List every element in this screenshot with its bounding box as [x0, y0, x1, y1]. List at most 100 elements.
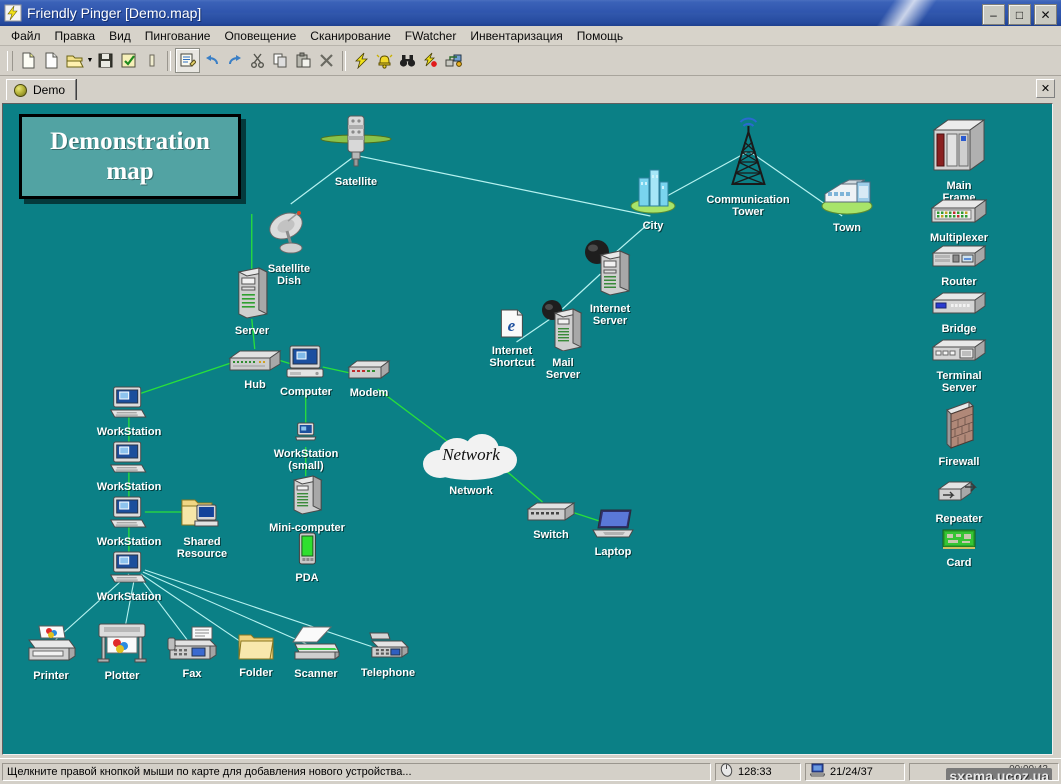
pda-icon	[296, 532, 318, 571]
firewall-icon	[937, 400, 981, 455]
node-network-cloud[interactable]: Network Network	[419, 432, 523, 497]
open-folder-icon[interactable]	[63, 49, 86, 72]
network-map-canvas[interactable]: Demonstrationmap S	[2, 103, 1053, 755]
node-internet-server[interactable]: Internet Server	[584, 239, 636, 327]
node-workstation-small[interactable]: WorkStation (small)	[274, 422, 339, 472]
multiplexer-icon	[930, 198, 988, 231]
menu-item-fwatcher[interactable]: FWatcher	[398, 27, 464, 45]
node-server-label: Server	[235, 325, 269, 337]
status-hint: Щелкните правой кнопкой мыши по карте дл…	[2, 763, 711, 781]
node-shared-resource[interactable]: Shared Resource	[177, 496, 227, 560]
node-city[interactable]: City	[627, 164, 679, 232]
node-telephone[interactable]: Telephone	[361, 631, 415, 679]
node-town[interactable]: Town	[819, 172, 875, 234]
site-watermark: sxema.ucoz.ua	[946, 768, 1052, 781]
paste-icon[interactable]	[292, 49, 315, 72]
node-pda-label: PDA	[295, 572, 318, 584]
bridge-icon	[931, 291, 987, 322]
redo-icon[interactable]	[223, 49, 246, 72]
node-folder[interactable]: Folder	[237, 631, 275, 679]
town-icon	[819, 172, 875, 221]
toolbar-extra-icon[interactable]	[140, 49, 163, 72]
node-scanner[interactable]: Scanner	[291, 626, 341, 680]
legend-item-multiplexer[interactable]: Multiplexer	[930, 198, 988, 244]
node-computer-label: Computer	[280, 386, 332, 398]
plotter-icon	[95, 622, 149, 669]
tab-demo[interactable]: Demo	[6, 79, 76, 100]
legend-item-card[interactable]: Card	[940, 527, 978, 569]
node-workstation-4[interactable]: WorkStation	[97, 551, 162, 603]
node-satellite[interactable]: Satellite	[319, 112, 393, 188]
node-mail-server[interactable]: Mail Server	[541, 299, 585, 381]
legend-item-firewall[interactable]: Firewall	[937, 400, 981, 468]
node-printer[interactable]: Printer	[25, 624, 77, 682]
node-pda[interactable]: PDA	[295, 532, 318, 584]
scanner-icon	[291, 626, 341, 667]
demo-line-2: map	[106, 158, 153, 185]
node-communication-tower-label: Communication Tower	[706, 194, 789, 218]
status-bar: Щелкните правой кнопкой мыши по карте дл…	[0, 758, 1061, 784]
cloud-icon: Network	[419, 432, 523, 484]
node-laptop[interactable]: Laptop	[591, 508, 635, 558]
window-title: Friendly Pinger [Demo.map]	[27, 5, 201, 21]
network-scan-icon[interactable]	[442, 49, 465, 72]
menu-item-pinging[interactable]: Пингование	[138, 27, 218, 45]
copy-icon[interactable]	[269, 49, 292, 72]
node-modem[interactable]: Modem	[347, 359, 391, 399]
node-laptop-label: Laptop	[595, 546, 632, 558]
menu-item-inventory[interactable]: Инвентаризация	[463, 27, 569, 45]
node-satellite-label: Satellite	[335, 176, 377, 188]
close-button[interactable]: ✕	[1034, 4, 1057, 25]
legend-item-router[interactable]: Router	[931, 244, 987, 288]
fwatcher-icon[interactable]	[419, 49, 442, 72]
legend-item-bridge[interactable]: Bridge	[931, 291, 987, 335]
demo-line-1: Demonstration	[50, 128, 210, 155]
node-satellite-dish[interactable]: Satellite Dish	[265, 209, 313, 287]
printer-icon	[25, 624, 77, 669]
checklist-icon[interactable]	[117, 49, 140, 72]
node-communication-tower[interactable]: Communication Tower	[706, 112, 789, 218]
server-tower-icon	[235, 266, 269, 324]
legend-item-repeater[interactable]: Repeater	[935, 479, 983, 525]
ping-lightning-icon[interactable]	[350, 49, 373, 72]
maximize-button[interactable]: □	[1008, 4, 1031, 25]
legend-item-mainframe[interactable]: Main Frame	[930, 118, 988, 204]
save-icon[interactable]	[94, 49, 117, 72]
node-computer[interactable]: Computer	[280, 344, 332, 398]
node-switch[interactable]: Switch	[526, 501, 576, 541]
cut-icon[interactable]	[246, 49, 269, 72]
minimize-button[interactable]: –	[982, 4, 1005, 25]
node-hub[interactable]: Hub	[228, 349, 282, 391]
node-internet-shortcut[interactable]: e Internet Shortcut	[489, 309, 534, 369]
city-icon	[627, 164, 679, 219]
alert-bell-icon[interactable]	[373, 49, 396, 72]
menu-item-edit[interactable]: Правка	[48, 27, 103, 45]
toolbar-grip[interactable]	[7, 51, 13, 71]
undo-icon[interactable]	[200, 49, 223, 72]
computer-stats-icon	[810, 763, 825, 780]
legend-item-terminal-server[interactable]: Terminal Server	[931, 338, 987, 394]
node-workstation-1[interactable]: WorkStation	[97, 386, 162, 438]
menu-item-file[interactable]: Файл	[4, 27, 48, 45]
menu-item-alerting[interactable]: Оповещение	[217, 27, 303, 45]
menu-item-scanning[interactable]: Сканирование	[303, 27, 397, 45]
close-tab-button[interactable]: ✕	[1036, 79, 1055, 98]
new-document-icon[interactable]	[40, 49, 63, 72]
menu-item-view[interactable]: Вид	[102, 27, 138, 45]
node-workstation-3[interactable]: WorkStation	[97, 496, 162, 548]
node-internet-shortcut-label: Internet Shortcut	[489, 345, 534, 369]
node-server[interactable]: Server	[235, 266, 269, 337]
node-fax[interactable]: Fax	[166, 626, 218, 680]
delete-icon[interactable]	[315, 49, 338, 72]
node-workstation-2[interactable]: WorkStation	[97, 441, 162, 493]
open-dropdown-arrow[interactable]: ▼	[86, 49, 94, 72]
menu-item-help[interactable]: Помощь	[570, 27, 630, 45]
new-file-icon[interactable]	[17, 49, 40, 72]
node-mini-computer[interactable]: Mini-computer	[269, 474, 345, 534]
edit-notes-icon[interactable]	[175, 48, 200, 73]
find-binoculars-icon[interactable]	[396, 49, 419, 72]
tab-demo-label: Demo	[33, 83, 65, 97]
node-plotter[interactable]: Plotter	[95, 622, 149, 682]
mainframe-icon	[930, 118, 988, 179]
node-hub-label: Hub	[244, 379, 265, 391]
